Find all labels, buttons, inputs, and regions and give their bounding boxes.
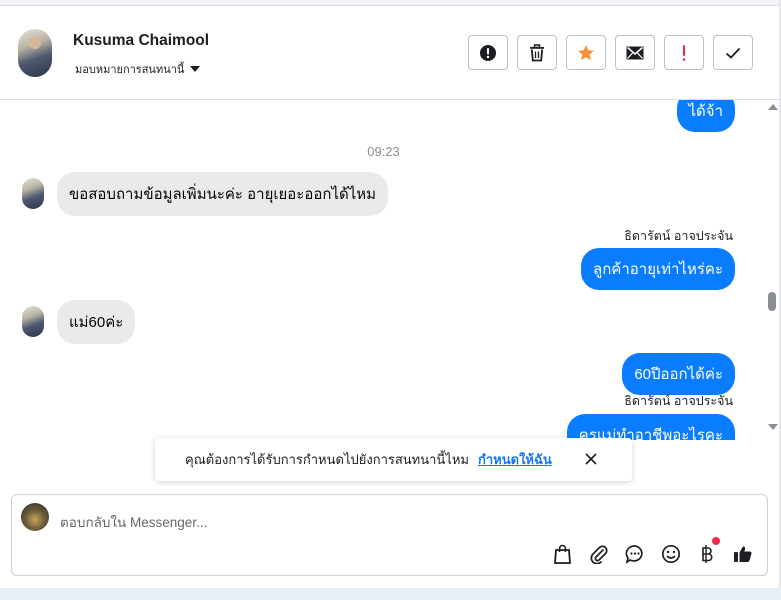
- reply-input[interactable]: ตอบกลับใน Messenger...: [60, 511, 207, 533]
- mark-unread-button[interactable]: [615, 35, 655, 70]
- emoji-button[interactable]: [660, 543, 681, 564]
- shopping-bag-icon: [554, 544, 571, 564]
- smiley-icon: [661, 544, 680, 563]
- like-button[interactable]: [732, 543, 753, 564]
- message-in[interactable]: ขอสอบถามข้อมูลเพิ่มนะค่ะ อายุเยอะออกได้ไ…: [57, 172, 389, 216]
- delete-button[interactable]: [517, 35, 557, 70]
- alert-circle-icon: [480, 44, 496, 61]
- message-out[interactable]: ครแม่ทำอาชีพอะไรคะ: [566, 414, 735, 440]
- assign-prompt-toast: คุณต้องการได้รับการกำหนดไปยังการสนทนานี้…: [155, 438, 632, 481]
- scroll-down-arrow-icon[interactable]: [768, 424, 778, 430]
- trash-icon: [530, 43, 544, 61]
- message-thread: ได้จ้า 09:23 ขอสอบถามข้อมูลเพิ่มนะค่ะ อา…: [0, 100, 767, 440]
- star-icon: [578, 44, 594, 60]
- header-actions: [468, 35, 753, 70]
- message-in[interactable]: แม่60ค่ะ: [57, 300, 136, 344]
- payment-button[interactable]: [696, 537, 720, 564]
- chat-scrollbar[interactable]: [767, 100, 779, 440]
- star-button[interactable]: [566, 35, 606, 70]
- exclamation-icon: [682, 44, 686, 61]
- scroll-up-arrow-icon[interactable]: [768, 104, 778, 110]
- message-out[interactable]: ลูกค้าอายุเท่าไหร่คะ: [581, 248, 735, 290]
- message-composer: ตอบกลับใน Messenger...: [11, 494, 768, 576]
- notification-dot: [712, 537, 720, 545]
- message-out[interactable]: ได้จ้า: [676, 100, 735, 132]
- close-icon[interactable]: [584, 452, 598, 466]
- envelope-icon: [626, 46, 644, 59]
- shopping-bag-button[interactable]: [552, 543, 573, 564]
- chat-bubble-icon: [625, 544, 643, 564]
- saved-replies-button[interactable]: [624, 543, 645, 564]
- assign-prompt-text: คุณต้องการได้รับการกำหนดไปยังการสนทนานี้…: [185, 452, 469, 467]
- conversation-header: Kusuma Chaimool มอบหมายการสนทนานี้: [0, 6, 779, 100]
- contact-name[interactable]: Kusuma Chaimool: [73, 32, 209, 50]
- check-icon: [725, 47, 741, 59]
- sender-avatar: [22, 178, 44, 209]
- baht-icon: [701, 544, 712, 563]
- message-timestamp: 09:23: [367, 144, 400, 159]
- paperclip-icon: [590, 544, 608, 564]
- mark-spam-button[interactable]: [468, 35, 508, 70]
- caret-down-icon: [190, 66, 201, 72]
- follow-up-button[interactable]: [664, 35, 704, 70]
- assign-to-me-link[interactable]: กำหนดให้ฉัน: [478, 449, 552, 470]
- composer-toolbar: [552, 537, 753, 564]
- scroll-thumb[interactable]: [768, 292, 776, 311]
- attach-button[interactable]: [588, 543, 609, 564]
- sender-name: ธิดารัตน์ อาจประจัน: [624, 229, 733, 243]
- sender-name: ธิดารัตน์ อาจประจัน: [624, 394, 733, 408]
- mark-done-button[interactable]: [713, 35, 753, 70]
- bottom-strip: [0, 588, 781, 600]
- contact-avatar[interactable]: [18, 29, 52, 77]
- thumbs-up-icon: [733, 545, 752, 562]
- assign-label: มอบหมายการสนทนานี้: [75, 64, 185, 76]
- message-out[interactable]: 60ปีออกได้ค่ะ: [622, 353, 735, 395]
- page-avatar: [21, 503, 49, 531]
- sender-avatar: [22, 306, 44, 337]
- assign-dropdown[interactable]: มอบหมายการสนทนานี้: [75, 60, 201, 78]
